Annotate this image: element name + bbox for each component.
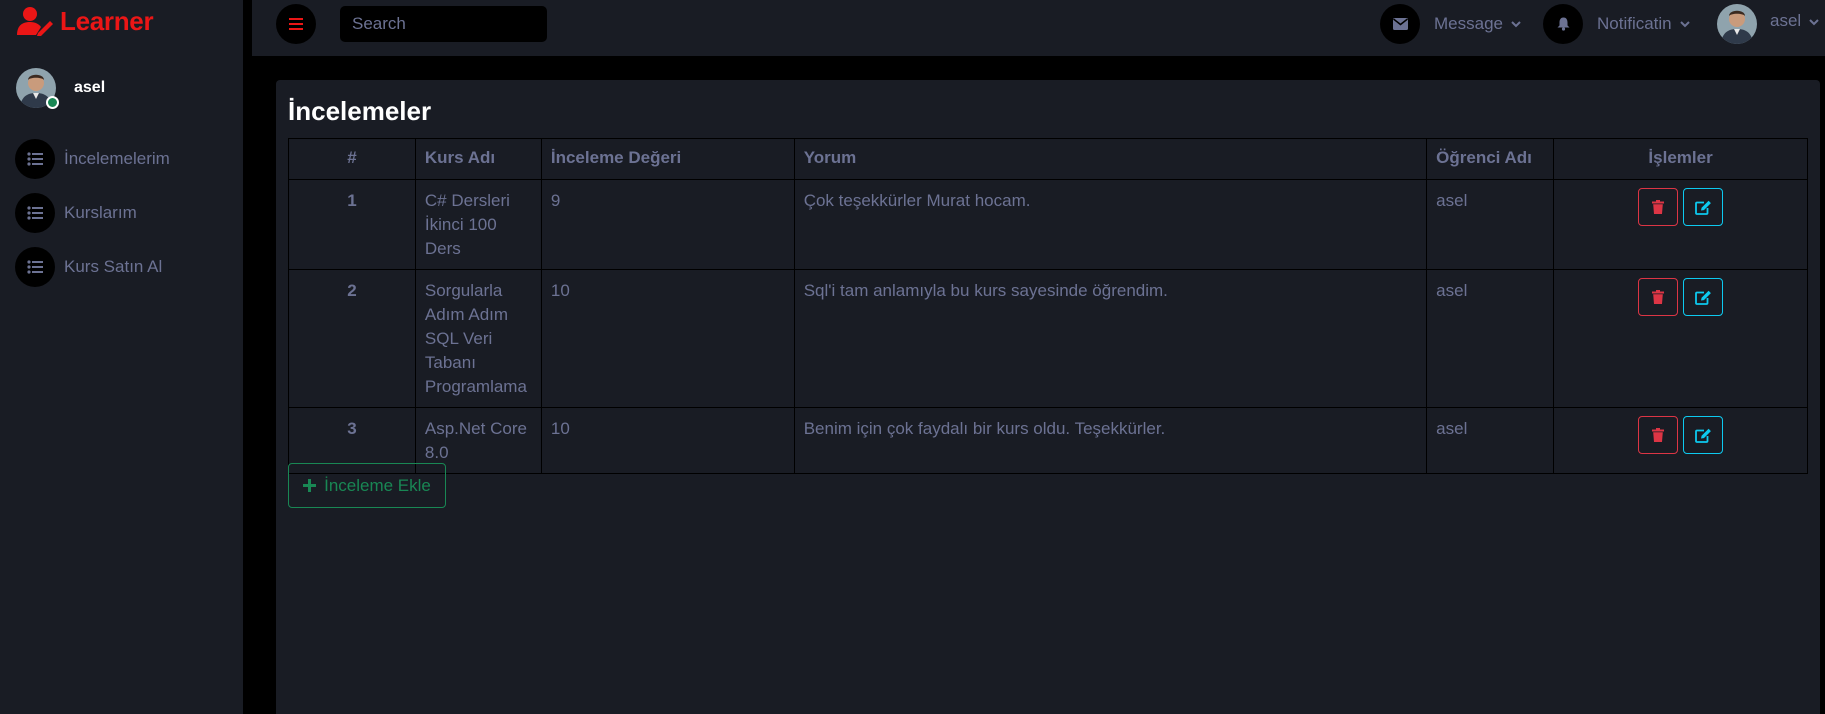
add-review-button[interactable]: İnceleme Ekle [288, 463, 446, 508]
edit-button[interactable] [1683, 416, 1724, 454]
cell-student: asel [1426, 269, 1555, 408]
delete-button[interactable] [1638, 188, 1679, 226]
sidebar-item-incelemelerim[interactable]: İncelemelerim [15, 139, 243, 179]
cell-actions [1553, 269, 1808, 408]
add-review-label: İnceleme Ekle [324, 475, 431, 495]
column-header-number: # [288, 138, 416, 180]
cell-student: asel [1426, 407, 1555, 474]
online-status-dot [46, 96, 59, 109]
cell-course: C# Dersleri İkinci 100 Ders [414, 179, 542, 270]
column-header-course: Kurs Adı [414, 138, 542, 180]
cell-actions [1553, 407, 1808, 474]
cell-id: 2 [288, 269, 416, 408]
envelope-icon [1380, 4, 1420, 44]
cell-id: 1 [288, 179, 416, 270]
sidebar-profile: asel [16, 68, 106, 109]
cell-actions [1553, 179, 1808, 270]
column-header-actions: İşlemler [1553, 138, 1808, 180]
column-header-comment: Yorum [793, 138, 1428, 180]
profile-name: asel [74, 79, 106, 96]
sidebar-item-kurslarim[interactable]: Kurslarım [15, 193, 243, 233]
column-header-student: Öğrenci Adı [1426, 138, 1555, 180]
sidebar: Learner asel İncelemelerim Kurslarım Kur… [0, 0, 243, 714]
cell-score: 9 [540, 179, 795, 270]
sidebar-item-kurs-satin-al[interactable]: Kurs Satın Al [15, 247, 243, 287]
cell-score: 10 [540, 269, 795, 408]
main-card: İncelemeler # Kurs Adı İnceleme Değeri Y… [276, 80, 1820, 714]
edit-icon [1694, 200, 1711, 215]
message-dropdown[interactable]: Message [1380, 4, 1521, 44]
edit-icon [1694, 428, 1711, 443]
bell-icon [1543, 4, 1583, 44]
edit-icon [1694, 290, 1711, 305]
sidebar-item-label: Kurs Satın Al [64, 257, 163, 276]
cell-comment: Sql'i tam anlamıyla bu kurs sayesinde öğ… [793, 269, 1428, 408]
table-row: 1 C# Dersleri İkinci 100 Ders 9 Çok teşe… [288, 179, 1808, 270]
cell-comment: Çok teşekkürler Murat hocam. [793, 179, 1428, 270]
delete-button[interactable] [1638, 278, 1679, 316]
table-row: 2 Sorgularla Adım Adım SQL Veri Tabanı P… [288, 269, 1808, 408]
table-row: 3 Asp.Net Core 8.0 10 Benim için çok fay… [288, 407, 1808, 474]
cell-score: 10 [540, 407, 795, 474]
notification-dropdown[interactable]: Notificatin [1543, 4, 1690, 44]
chevron-down-icon [1511, 21, 1521, 28]
plus-icon [303, 479, 317, 492]
search-input[interactable] [340, 6, 547, 42]
trash-icon [1652, 428, 1665, 442]
chevron-down-icon [1809, 19, 1819, 26]
notification-label: Notificatin [1597, 14, 1672, 33]
chevron-down-icon [1679, 21, 1690, 28]
delete-button[interactable] [1638, 416, 1679, 454]
hamburger-icon [289, 18, 303, 30]
sidebar-toggle-button[interactable] [276, 4, 316, 44]
brand-name: Learner [60, 5, 154, 36]
edit-button[interactable] [1683, 188, 1724, 226]
trash-icon [1652, 200, 1665, 214]
user-edit-icon [17, 7, 53, 36]
message-label: Message [1434, 14, 1503, 33]
cell-course: Sorgularla Adım Adım SQL Veri Tabanı Pro… [414, 269, 542, 408]
topbar: Message Notificatin asel [252, 0, 1825, 56]
user-name-label: asel [1770, 11, 1802, 30]
avatar [1717, 4, 1757, 44]
list-icon [15, 139, 55, 179]
reviews-table: # Kurs Adı İnceleme Değeri Yorum Öğrenci… [288, 138, 1808, 474]
edit-button[interactable] [1683, 278, 1724, 316]
sidebar-item-label: Kurslarım [64, 203, 137, 222]
brand-logo[interactable]: Learner [16, 4, 154, 38]
table-header-row: # Kurs Adı İnceleme Değeri Yorum Öğrenci… [288, 138, 1808, 180]
cell-comment: Benim için çok faydalı bir kurs oldu. Te… [793, 407, 1428, 474]
column-header-score: İnceleme Değeri [540, 138, 795, 180]
list-icon [15, 193, 55, 233]
trash-icon [1652, 290, 1665, 304]
page-title: İncelemeler [288, 96, 432, 126]
user-menu-dropdown[interactable]: asel [1717, 4, 1819, 44]
sidebar-nav: İncelemelerim Kurslarım Kurs Satın Al [15, 139, 243, 301]
sidebar-item-label: İncelemelerim [64, 149, 170, 168]
list-icon [15, 247, 55, 287]
cell-student: asel [1426, 179, 1555, 270]
